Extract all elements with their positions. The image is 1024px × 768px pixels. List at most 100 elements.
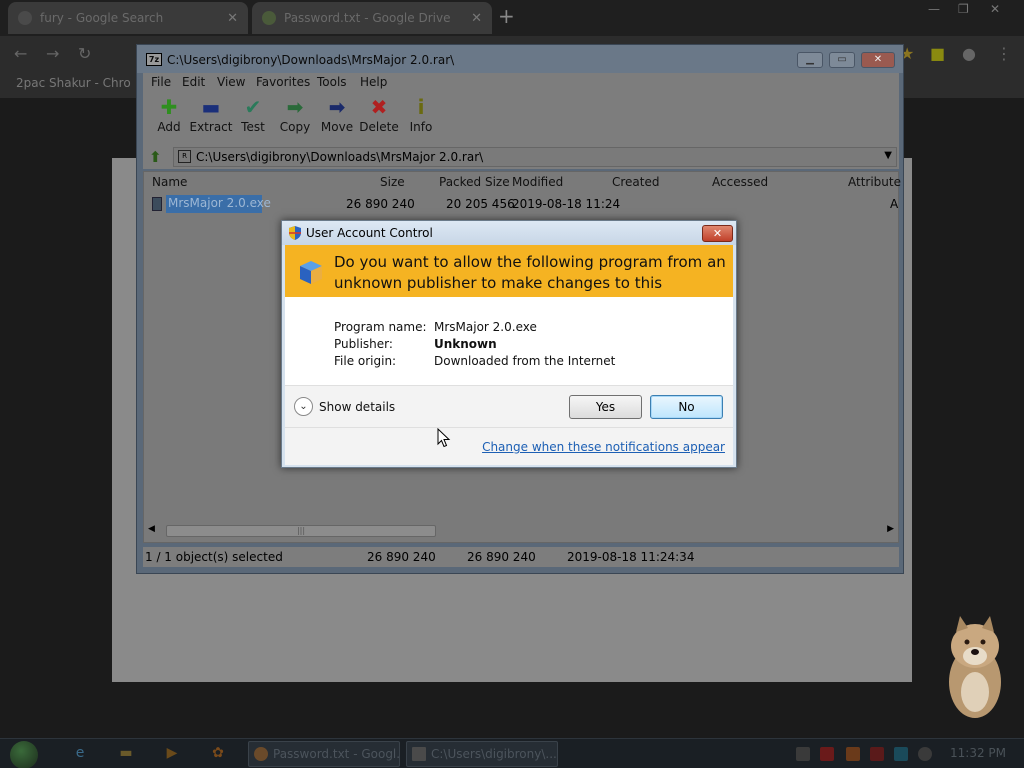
menu-icon[interactable]: ⋮	[996, 44, 1012, 63]
chevron-down-icon[interactable]: ▼	[884, 150, 892, 161]
toolbar-label: Copy	[279, 120, 311, 134]
tray-app-icon[interactable]	[894, 747, 908, 761]
tray-app-icon[interactable]	[846, 747, 860, 761]
window-title: C:\Users\digibrony\Downloads\MrsMajor 2.…	[167, 53, 455, 67]
address-bar: ⬆ R C:\Users\digibrony\Downloads\MrsMajo…	[143, 145, 899, 169]
browser-tab-drive[interactable]: Password.txt - Google Drive ✕	[252, 2, 492, 34]
close-button[interactable]: ✕	[861, 52, 895, 68]
arrow-right-icon: ➡	[286, 95, 304, 119]
column-packed-size[interactable]: Packed Size	[439, 175, 510, 189]
chrome-icon	[254, 747, 268, 761]
status-selection: 1 / 1 object(s) selected	[145, 550, 283, 564]
test-button[interactable]: ✔ Test	[231, 96, 275, 134]
dialog-controls: ⌄ Show details Yes No	[285, 385, 733, 427]
menu-file[interactable]: File	[151, 75, 171, 89]
google-icon	[18, 11, 32, 25]
scroll-left-icon[interactable]: ◀	[148, 524, 155, 534]
column-size[interactable]: Size	[380, 175, 405, 189]
program-info: Program name: MrsMajor 2.0.exe Publisher…	[285, 297, 733, 385]
info-button[interactable]: i Info	[399, 96, 443, 134]
forward-icon[interactable]: →	[46, 44, 59, 63]
close-icon[interactable]: ✕	[990, 2, 1000, 16]
scrollbar-thumb[interactable]: |||	[166, 525, 436, 537]
taskbar-task-chrome[interactable]: Password.txt - Googl...	[248, 741, 400, 767]
antivirus-icon[interactable]	[820, 747, 834, 761]
address-field[interactable]: R C:\Users\digibrony\Downloads\MrsMajor …	[173, 147, 897, 167]
status-packed-size: 26 890 240	[467, 550, 536, 564]
file-packed-size: 20 205 456	[446, 197, 515, 211]
restore-icon[interactable]: ❐	[958, 2, 969, 16]
column-modified[interactable]: Modified	[512, 175, 563, 189]
column-accessed[interactable]: Accessed	[712, 175, 768, 189]
folder-icon[interactable]: ▬	[116, 745, 136, 763]
extension-icon[interactable]: ■	[930, 44, 945, 63]
column-created[interactable]: Created	[612, 175, 660, 189]
toolbar-label: Test	[241, 120, 265, 134]
menu-edit[interactable]: Edit	[182, 75, 205, 89]
media-player-icon[interactable]: ▶	[162, 745, 182, 763]
toolbar-label: Add	[157, 120, 181, 134]
network-icon[interactable]	[796, 747, 810, 761]
file-name[interactable]: MrsMajor 2.0.exe	[166, 195, 271, 213]
extract-button[interactable]: ▬ Extract	[189, 96, 233, 134]
yes-button[interactable]: Yes	[569, 395, 642, 419]
maximize-button[interactable]: ▭	[829, 52, 855, 68]
address-text: C:\Users\digibrony\Downloads\MrsMajor 2.…	[196, 150, 484, 164]
close-icon[interactable]: ✕	[227, 11, 238, 26]
reload-icon[interactable]: ↻	[78, 44, 91, 63]
plus-icon: ✚	[160, 95, 178, 119]
copy-button[interactable]: ➡ Copy	[273, 96, 317, 134]
browser-tab-search[interactable]: fury - Google Search ✕	[8, 2, 248, 34]
horizontal-scrollbar[interactable]: ◀ ||| ▶	[146, 524, 896, 538]
column-attributes[interactable]: Attribute	[848, 175, 901, 189]
delete-button[interactable]: ✖ Delete	[357, 96, 401, 134]
dialog-titlebar[interactable]: User Account Control ✕	[282, 221, 736, 245]
volume-icon[interactable]	[918, 747, 932, 761]
bookmark-item[interactable]: 2pac Shakur - Chro	[16, 76, 131, 90]
menu-view[interactable]: View	[217, 75, 245, 89]
close-icon[interactable]: ✕	[471, 11, 482, 26]
task-title: Password.txt - Googl...	[273, 747, 400, 761]
add-button[interactable]: ✚ Add	[147, 96, 191, 134]
window-titlebar[interactable]: 7z C:\Users\digibrony\Downloads\MrsMajor…	[137, 45, 903, 73]
scroll-right-icon[interactable]: ▶	[887, 524, 894, 534]
uac-shield-icon	[289, 226, 301, 240]
app-icon[interactable]: ✿	[208, 745, 228, 763]
close-button[interactable]: ✕	[702, 225, 733, 242]
internet-explorer-icon[interactable]: e	[70, 745, 90, 763]
7zip-app-icon: 7z	[146, 53, 162, 66]
menu-help[interactable]: Help	[360, 75, 387, 89]
file-attributes: A	[890, 197, 899, 211]
menu-tools[interactable]: Tools	[317, 75, 347, 89]
uac-dialog: User Account Control ✕ Do you want to al…	[281, 220, 737, 468]
column-name[interactable]: Name	[152, 175, 187, 189]
taskbar-task-7zip[interactable]: C:\Users\digibrony\...	[406, 741, 558, 767]
publisher-label: Publisher:	[334, 337, 393, 351]
no-button[interactable]: No	[650, 395, 723, 419]
show-details-toggle[interactable]: Show details	[319, 400, 395, 414]
file-icon	[152, 197, 162, 211]
clock[interactable]: 11:32 PM	[950, 746, 1006, 760]
back-icon[interactable]: ←	[14, 44, 27, 63]
file-origin-label: File origin:	[334, 354, 397, 368]
toolbar-label: Extract	[189, 120, 233, 134]
minus-icon: ▬	[201, 95, 221, 119]
minimize-button[interactable]: ▁	[797, 52, 823, 68]
toolbar-label: Move	[320, 120, 354, 134]
folder-up-icon[interactable]: ⬆	[149, 148, 162, 166]
new-tab-button[interactable]: +	[498, 6, 515, 26]
profile-icon[interactable]: ●	[962, 44, 976, 63]
chevron-down-icon[interactable]: ⌄	[294, 397, 313, 416]
move-button[interactable]: ➡ Move	[315, 96, 359, 134]
status-bar: 1 / 1 object(s) selected 26 890 240 26 8…	[143, 547, 899, 567]
dialog-footer: Change when these notifications appear	[285, 427, 733, 465]
taskbar: e ▬ ▶ ✿ Password.txt - Googl... C:\Users…	[0, 738, 1024, 768]
task-title: C:\Users\digibrony\...	[431, 747, 557, 761]
minimize-icon[interactable]: —	[928, 2, 940, 16]
change-notifications-link[interactable]: Change when these notifications appear	[482, 440, 725, 454]
start-button[interactable]	[10, 741, 38, 768]
browser-tab-title: Password.txt - Google Drive	[284, 11, 451, 25]
menu-favorites[interactable]: Favorites	[256, 75, 310, 89]
file-size: 26 890 240	[346, 197, 415, 211]
tray-app-icon[interactable]	[870, 747, 884, 761]
